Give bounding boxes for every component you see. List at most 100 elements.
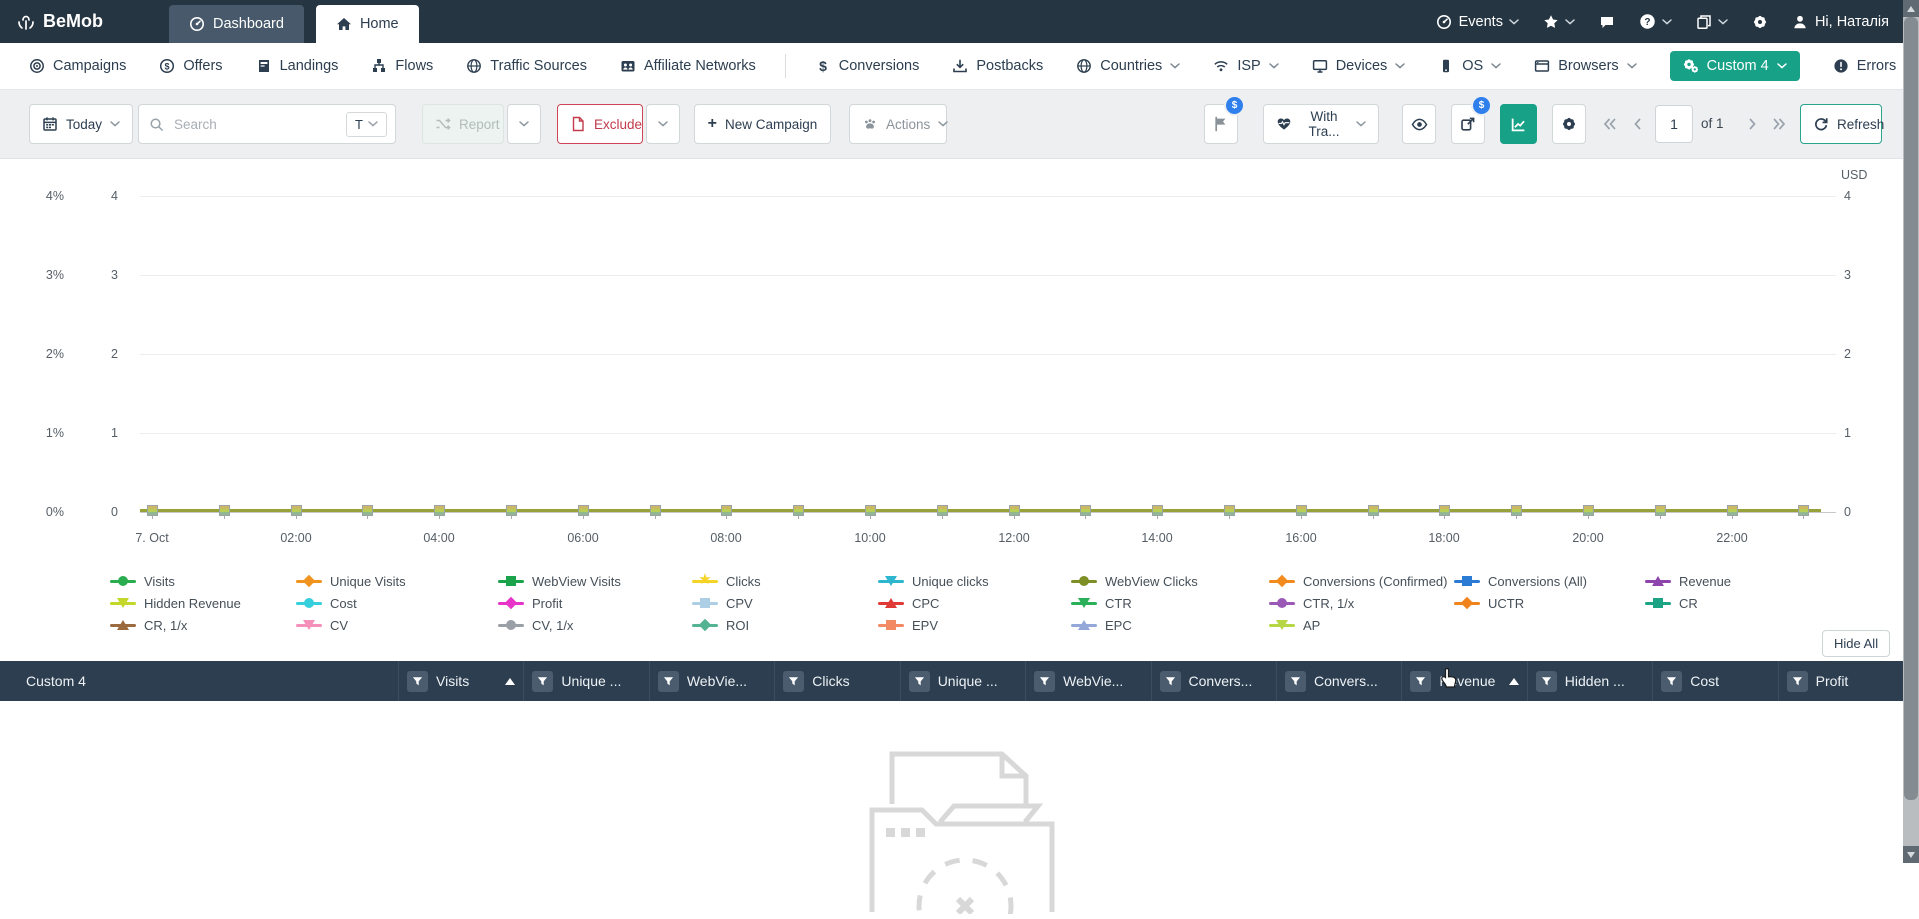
user-menu[interactable]: Hi, Наталія bbox=[1792, 14, 1889, 30]
chart-data-point[interactable] bbox=[578, 505, 589, 516]
first-page-button[interactable] bbox=[1597, 104, 1623, 144]
legend-item[interactable]: CR, 1/x bbox=[110, 617, 296, 633]
chart-data-point[interactable] bbox=[434, 505, 445, 516]
report-dropdown-button[interactable] bbox=[507, 104, 541, 144]
legend-item[interactable]: WebView Clicks bbox=[1071, 573, 1269, 589]
nav-postbacks[interactable]: Postbacks bbox=[952, 58, 1043, 74]
table-header-webvie[interactable]: WebVie... bbox=[648, 661, 774, 701]
page-number-input[interactable] bbox=[1655, 105, 1693, 143]
nav-isp[interactable]: ISP bbox=[1213, 58, 1279, 74]
refresh-button[interactable]: Refresh bbox=[1800, 104, 1884, 144]
legend-item[interactable]: CTR, 1/x bbox=[1269, 595, 1454, 611]
legend-item[interactable]: Unique clicks bbox=[878, 573, 1071, 589]
chart-data-point[interactable] bbox=[650, 505, 661, 516]
search-input[interactable] bbox=[172, 115, 339, 133]
table-header-convers[interactable]: Convers... bbox=[1275, 661, 1401, 701]
nav-os[interactable]: OS bbox=[1438, 58, 1501, 74]
nav-countries[interactable]: Countries bbox=[1076, 58, 1181, 74]
table-header-cost[interactable]: Cost bbox=[1652, 661, 1777, 701]
nav-affiliate-networks[interactable]: Affiliate Networks bbox=[620, 58, 756, 74]
table-header-clicks[interactable]: Clicks bbox=[774, 661, 899, 701]
column-filter-button[interactable] bbox=[1410, 670, 1432, 692]
table-header-revenue[interactable]: Revenue bbox=[1401, 661, 1526, 701]
legend-item[interactable]: Hidden Revenue bbox=[110, 595, 296, 611]
resources-menu[interactable] bbox=[1696, 14, 1728, 30]
legend-item[interactable]: Cost bbox=[296, 595, 498, 611]
nav-browsers[interactable]: Browsers bbox=[1534, 58, 1637, 74]
report-button[interactable]: Report bbox=[422, 104, 504, 144]
nav-campaigns[interactable]: Campaigns bbox=[29, 58, 126, 74]
nav-offers[interactable]: $ Offers bbox=[159, 58, 223, 74]
date-range-button[interactable]: Today bbox=[29, 104, 134, 144]
chart-data-point[interactable] bbox=[362, 505, 373, 516]
column-filter-button[interactable] bbox=[407, 670, 428, 692]
table-settings-button[interactable] bbox=[1552, 104, 1586, 144]
column-filter-button[interactable] bbox=[657, 670, 679, 692]
table-header-unique[interactable]: Unique ... bbox=[899, 661, 1025, 701]
legend-item[interactable]: Visits bbox=[110, 573, 296, 589]
legend-item[interactable]: Unique Visits bbox=[296, 573, 498, 589]
legend-item[interactable]: EPV bbox=[878, 617, 1071, 633]
nav-devices[interactable]: Devices bbox=[1312, 58, 1406, 74]
scroll-down-button[interactable] bbox=[1903, 846, 1919, 863]
chart-data-point[interactable] bbox=[865, 505, 876, 516]
column-filter-button[interactable] bbox=[1284, 670, 1306, 692]
legend-item[interactable]: Revenue bbox=[1645, 573, 1835, 589]
table-header-webvie[interactable]: WebVie... bbox=[1025, 661, 1150, 701]
exclude-button[interactable]: Exclude bbox=[557, 104, 643, 144]
nav-custom-4[interactable]: Custom 4 bbox=[1669, 51, 1800, 81]
legend-item[interactable]: Conversions (All) bbox=[1454, 573, 1645, 589]
legend-item[interactable]: CV, 1/x bbox=[498, 617, 692, 633]
chart-data-point[interactable] bbox=[147, 505, 158, 516]
table-header-visits[interactable]: Visits bbox=[398, 661, 523, 701]
scroll-up-button[interactable] bbox=[1903, 0, 1919, 17]
chart-data-point[interactable] bbox=[1439, 505, 1450, 516]
column-filter-button[interactable] bbox=[783, 670, 805, 692]
chart-data-point[interactable] bbox=[1152, 505, 1163, 516]
legend-item[interactable]: CTR bbox=[1071, 595, 1269, 611]
next-page-button[interactable] bbox=[1742, 104, 1762, 144]
chart-data-point[interactable] bbox=[1224, 505, 1235, 516]
legend-item[interactable]: ★ Clicks bbox=[692, 572, 878, 589]
column-filter-button[interactable] bbox=[1786, 670, 1808, 692]
chart-data-point[interactable] bbox=[1655, 505, 1666, 516]
chart-data-point[interactable] bbox=[1080, 505, 1091, 516]
chart-toggle-button[interactable] bbox=[1500, 104, 1537, 144]
column-filter-button[interactable] bbox=[1159, 670, 1181, 692]
hide-all-button[interactable]: Hide All bbox=[1822, 630, 1891, 657]
table-header-hidden[interactable]: Hidden ... bbox=[1526, 661, 1652, 701]
chart-data-point[interactable] bbox=[1511, 505, 1522, 516]
help-menu[interactable]: ? bbox=[1639, 13, 1672, 30]
feedback-button[interactable] bbox=[1599, 14, 1615, 30]
chart-data-point[interactable] bbox=[1296, 505, 1307, 516]
column-filter-button[interactable] bbox=[532, 670, 554, 692]
chart-data-point[interactable] bbox=[937, 505, 948, 516]
chart-data-point[interactable] bbox=[1727, 505, 1738, 516]
actions-button[interactable]: Actions bbox=[849, 104, 949, 144]
chart-data-point[interactable] bbox=[1009, 505, 1020, 516]
nav-landings[interactable]: Landings bbox=[256, 58, 338, 74]
nav-errors[interactable]: Errors bbox=[1833, 58, 1896, 74]
search-type-dropdown[interactable]: T bbox=[346, 111, 387, 137]
column-filter-button[interactable] bbox=[1661, 670, 1683, 692]
chart-data-point[interactable] bbox=[219, 505, 230, 516]
nav-flows[interactable]: Flows bbox=[371, 58, 433, 74]
legend-item[interactable]: EPC bbox=[1071, 617, 1269, 633]
legend-item[interactable]: CR bbox=[1645, 595, 1835, 611]
column-filter-button[interactable] bbox=[1034, 670, 1056, 692]
exclude-dropdown-button[interactable] bbox=[646, 104, 680, 144]
last-page-button[interactable] bbox=[1766, 104, 1792, 144]
tab-home[interactable]: Home bbox=[315, 5, 419, 43]
legend-item[interactable]: CPC bbox=[878, 595, 1071, 611]
table-header-profit[interactable]: Profit bbox=[1777, 661, 1903, 701]
nav-conversions[interactable]: $ Conversions bbox=[815, 58, 919, 74]
legend-item[interactable]: Conversions (Confirmed) bbox=[1269, 573, 1454, 589]
visibility-button[interactable] bbox=[1402, 104, 1436, 144]
legend-item[interactable]: ROI bbox=[692, 617, 878, 633]
traffic-filter-dropdown[interactable]: With Tra... bbox=[1263, 104, 1379, 144]
chart-data-point[interactable] bbox=[1368, 505, 1379, 516]
legend-item[interactable]: AP bbox=[1269, 617, 1454, 633]
chart-data-point[interactable] bbox=[506, 505, 517, 516]
column-filter-button[interactable] bbox=[1535, 670, 1557, 692]
chart-data-point[interactable] bbox=[291, 505, 302, 516]
